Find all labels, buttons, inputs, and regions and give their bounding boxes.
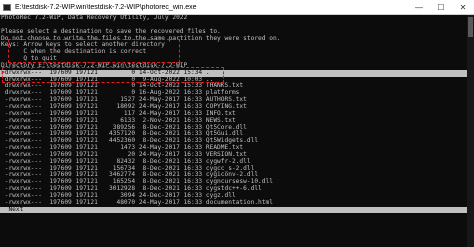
title-bar[interactable]: E:\testdisk-7.2-WIP.win\testdisk-7.2-WIP… xyxy=(0,0,474,15)
terminal-icon xyxy=(3,3,11,11)
directory-highlight-box xyxy=(2,67,224,83)
window-title: E:\testdisk-7.2-WIP.win\testdisk-7.2-WIP… xyxy=(15,3,197,11)
program-header: PhotoRec 7.2-WIP, Data Recovery Utility,… xyxy=(1,14,188,21)
keys-highlight-box xyxy=(8,39,180,63)
maximize-button[interactable]: ☐ xyxy=(430,0,452,14)
next-option[interactable]: Next xyxy=(0,206,474,214)
vertical-scrollbar[interactable] xyxy=(467,15,474,247)
console-window: E:\testdisk-7.2-WIP.win\testdisk-7.2-WIP… xyxy=(0,0,474,247)
file-row[interactable]: -rwxrwx--- 197609 197121 48070 24-May-20… xyxy=(0,199,474,207)
close-button[interactable]: ✕ xyxy=(452,0,474,14)
minimize-button[interactable]: — xyxy=(408,0,430,14)
scrollbar-thumb[interactable] xyxy=(468,17,473,37)
